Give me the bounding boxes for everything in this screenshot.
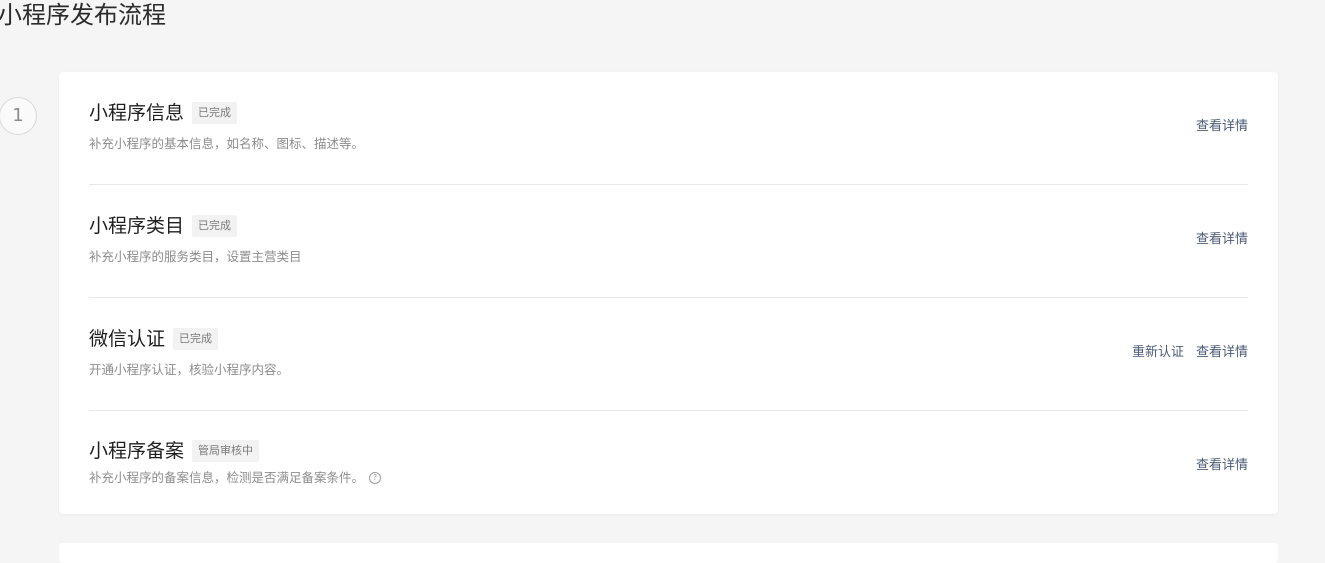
step-item-wechat-verification: 微信认证 已完成 开通小程序认证，核验小程序内容。 重新认证 查看详情 [89,298,1248,411]
status-badge: 已完成 [192,102,238,124]
item-description-row: 补充小程序的备案信息，检测是否满足备案条件。 ? [89,469,382,487]
status-badge: 已完成 [192,215,238,237]
item-title: 微信认证 [89,328,166,350]
step-item-filing: 小程序备案 管局审核中 补充小程序的备案信息，检测是否满足备案条件。 ? 查看详… [89,411,1248,524]
page-title: 小程序发布流程 [0,1,166,29]
item-description: 补充小程序的基本信息，如名称、图标、描述等。 [89,136,365,151]
next-step-card [59,543,1278,563]
step-number-badge: 1 [0,97,37,135]
step-item-category: 小程序类目 已完成 补充小程序的服务类目，设置主营类目 查看详情 [89,185,1248,298]
view-details-link[interactable]: 查看详情 [1196,457,1248,475]
item-description: 开通小程序认证，核验小程序内容。 [89,362,290,377]
item-description: 补充小程序的备案信息，检测是否满足备案条件。 [89,470,365,485]
item-title: 小程序信息 [89,102,185,124]
reverify-link[interactable]: 重新认证 [1132,344,1184,362]
item-title: 小程序类目 [89,215,185,237]
help-icon[interactable]: ? [369,472,382,484]
view-details-link[interactable]: 查看详情 [1196,118,1248,136]
status-badge: 管局审核中 [192,440,260,462]
view-details-link[interactable]: 查看详情 [1196,231,1248,249]
publish-steps-card: 小程序信息 已完成 补充小程序的基本信息，如名称、图标、描述等。 查看详情 小程… [59,72,1278,514]
item-title: 小程序备案 [89,440,185,462]
view-details-link[interactable]: 查看详情 [1196,344,1248,362]
item-description: 补充小程序的服务类目，设置主营类目 [89,249,302,264]
status-badge: 已完成 [173,328,219,350]
step-item-info: 小程序信息 已完成 补充小程序的基本信息，如名称、图标、描述等。 查看详情 [89,72,1248,185]
